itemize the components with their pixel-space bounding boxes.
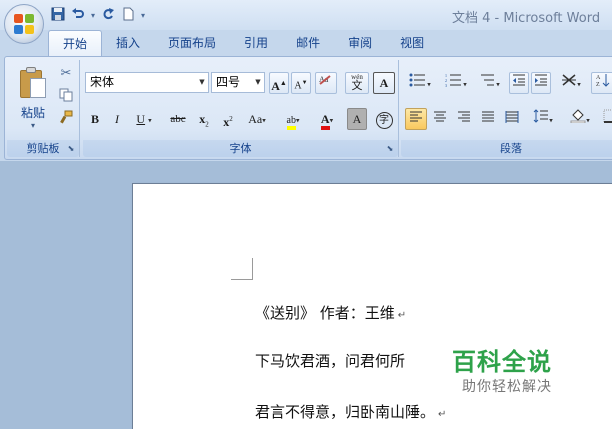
svg-text:3: 3 — [445, 83, 447, 87]
italic-button[interactable]: I — [107, 108, 127, 130]
tab-references[interactable]: 引用 — [230, 30, 282, 56]
align-left-icon[interactable] — [405, 108, 427, 130]
decrease-indent-icon[interactable] — [509, 72, 529, 94]
clear-format-icon[interactable]: Aa — [315, 72, 337, 94]
tab-home[interactable]: 开始 — [48, 30, 103, 56]
new-doc-icon[interactable] — [120, 7, 136, 23]
clipboard-group: 粘贴 ▾ ✂ 剪贴板 ⬊ — [7, 60, 80, 157]
document-page[interactable]: 《送别》 作者：王维 ↵ 下马饮君酒，问君何所 君言不得意，归卧南山陲。 ↵ — [132, 183, 612, 429]
font-group-label: 字体 — [83, 140, 398, 157]
window-title: 文档 4 - Microsoft Word — [452, 11, 601, 26]
paste-button[interactable]: 粘贴 ▾ — [13, 64, 53, 136]
asian-layout-button[interactable]: ▾ — [555, 72, 587, 94]
customize-qat-icon[interactable]: ▾ — [140, 11, 146, 20]
change-case-button[interactable]: Aa▾ — [241, 108, 273, 130]
font-launcher-icon[interactable]: ⬊ — [385, 144, 395, 154]
chevron-down-icon[interactable]: ▼ — [196, 73, 208, 92]
distributed-icon[interactable] — [501, 108, 523, 130]
paragraph-group: ▾ 1 2 3 ▾ ▾ ▾ AZ ▾ ▾ 段落 — [401, 60, 612, 157]
enclose-characters-button[interactable]: 字 — [373, 108, 395, 130]
paragraph-group-label: 段落 — [401, 140, 612, 157]
subscript-button[interactable]: x2 — [193, 108, 215, 130]
paragraph-mark-icon: ↵ — [438, 409, 447, 420]
font-group: 宋体 ▼ 四号 ▼ A▲ A▼ Aa wén 文 A B I U ▾ abc x2 — [83, 60, 399, 157]
strikethrough-button[interactable]: abc — [165, 108, 191, 130]
svg-text:A: A — [596, 75, 601, 81]
paste-icon — [18, 66, 48, 100]
bold-button[interactable]: B — [85, 108, 105, 130]
undo-dropdown-icon[interactable]: ▾ — [90, 11, 96, 20]
character-shading-button[interactable]: A — [347, 108, 367, 130]
font-name-combo[interactable]: 宋体 ▼ — [85, 72, 209, 93]
undo-icon[interactable] — [70, 7, 86, 23]
chevron-down-icon[interactable]: ▼ — [252, 73, 264, 92]
title-bar: ▾ ▾ 文档 4 - Microsoft Word — [0, 0, 612, 30]
save-icon[interactable] — [50, 7, 66, 23]
bullets-button[interactable]: ▾ — [403, 72, 437, 94]
shading-button[interactable]: ▾ — [563, 108, 597, 130]
font-color-button[interactable]: A▾ — [311, 108, 343, 130]
shrink-font-button[interactable]: A▼ — [291, 72, 311, 94]
paste-label: 粘贴 — [20, 106, 45, 120]
superscript-button[interactable]: x2 — [217, 108, 239, 130]
font-size-combo[interactable]: 四号 ▼ — [211, 72, 265, 93]
svg-text:Z: Z — [596, 82, 600, 87]
character-border-button[interactable]: A — [373, 72, 395, 94]
tab-page-layout[interactable]: 页面布局 — [154, 30, 230, 56]
cut-icon[interactable]: ✂ — [57, 66, 75, 88]
document-workspace: 《送别》 作者：王维 ↵ 下马饮君酒，问君何所 君言不得意，归卧南山陲。 ↵ — [0, 161, 612, 429]
grow-font-button[interactable]: A▲ — [269, 72, 289, 94]
phonetic-guide-button[interactable]: wén 文 — [345, 72, 369, 94]
document-line[interactable]: 君言不得意，归卧南山陲。 ↵ — [255, 401, 446, 422]
font-name-value: 宋体 — [90, 75, 115, 89]
tab-mailings[interactable]: 邮件 — [282, 30, 334, 56]
align-right-icon[interactable] — [453, 108, 475, 130]
sort-icon[interactable]: AZ — [591, 72, 612, 94]
numbering-button[interactable]: 1 2 3 ▾ — [439, 72, 473, 94]
document-line[interactable]: 下马饮君酒，问君何所 — [255, 350, 405, 371]
tab-review[interactable]: 审阅 — [334, 30, 386, 56]
document-line[interactable]: 《送别》 作者：王维 ↵ — [255, 302, 406, 323]
office-logo-icon — [14, 14, 34, 34]
line-spacing-button[interactable]: ▾ — [527, 108, 559, 130]
ribbon-tabs: 开始 插入 页面布局 引用 邮件 审阅 视图 — [48, 30, 438, 56]
copy-icon[interactable] — [57, 88, 75, 110]
justify-icon[interactable] — [477, 108, 499, 130]
ribbon: 粘贴 ▾ ✂ 剪贴板 ⬊ 宋体 ▼ 四号 ▼ A▲ A▼ Aa wén 文 A … — [4, 56, 612, 160]
margin-corner-mark — [231, 258, 253, 280]
tab-view[interactable]: 视图 — [386, 30, 438, 56]
underline-button[interactable]: U ▾ — [129, 108, 159, 130]
redo-icon[interactable] — [100, 7, 116, 23]
multilevel-list-button[interactable]: ▾ — [475, 72, 505, 94]
tab-insert[interactable]: 插入 — [102, 30, 154, 56]
align-center-icon[interactable] — [429, 108, 451, 130]
quick-access-toolbar: ▾ ▾ — [50, 6, 146, 24]
paste-dropdown-icon[interactable]: ▾ — [13, 121, 53, 130]
borders-icon[interactable] — [599, 108, 612, 130]
increase-indent-icon[interactable] — [531, 72, 551, 94]
office-button[interactable] — [4, 4, 44, 44]
paragraph-mark-icon: ↵ — [397, 310, 407, 321]
highlight-button[interactable]: ab▾ — [277, 108, 309, 130]
format-painter-icon[interactable] — [57, 110, 75, 132]
font-size-value: 四号 — [216, 75, 241, 89]
clipboard-launcher-icon[interactable]: ⬊ — [66, 144, 76, 154]
